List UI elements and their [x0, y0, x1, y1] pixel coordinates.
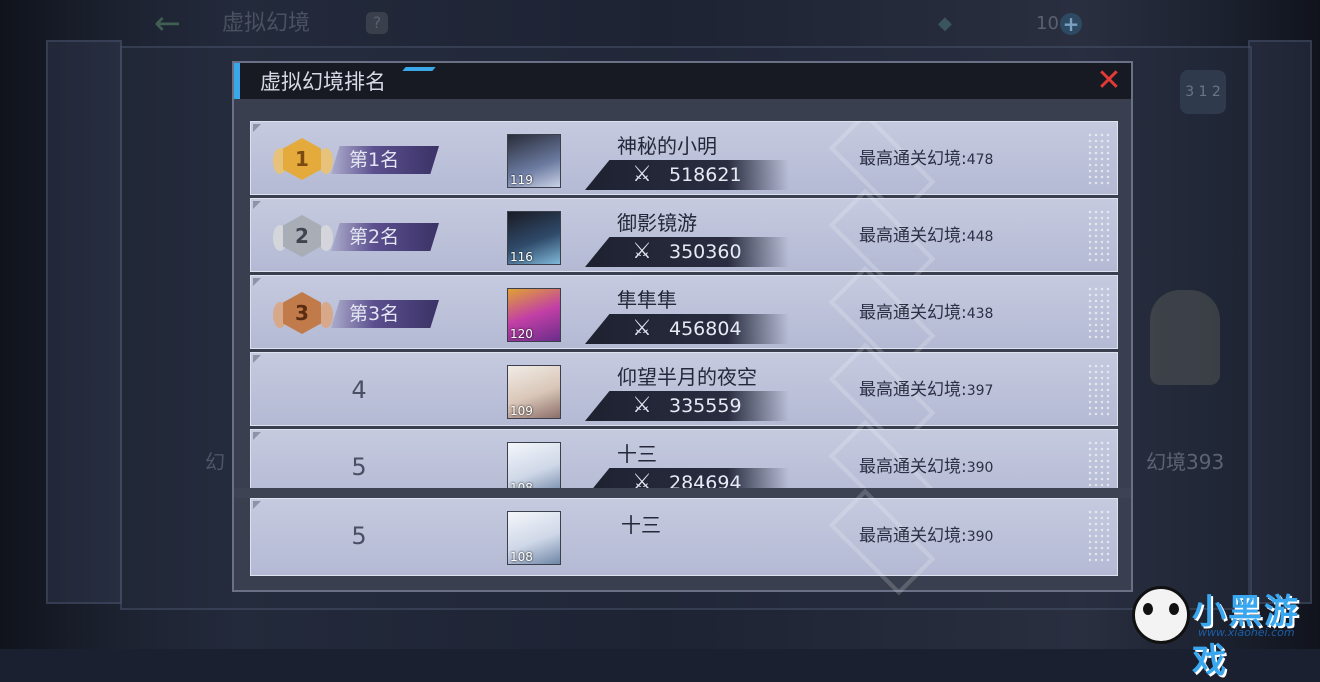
- watermark-url: www.xiaohei.com: [1198, 626, 1295, 639]
- ranking-row-2[interactable]: 2 第2名 116 御影镜游 ⚔ 350360 最高通关幻境:448: [250, 188, 1118, 296]
- row-corner: [253, 278, 261, 286]
- player-name: 神秘的小明: [617, 134, 717, 158]
- ranking-dialog: 虚拟幻境排名 ✕ 1 第1名 119 神秘的小明 ⚔ 518621 最高通关幻境…: [234, 63, 1131, 596]
- stage-label-left: 幻: [205, 450, 225, 474]
- header-accent: [234, 63, 240, 99]
- rank-number: 4: [351, 376, 367, 404]
- row-dots: [1087, 509, 1111, 563]
- best-stage: 最高通关幻境:390: [859, 526, 994, 546]
- site-watermark: 小黑游戏 www.xiaohei.com: [1128, 580, 1318, 681]
- rank-label: 第2名: [349, 226, 400, 248]
- best-stage: 最高通关幻境:448: [859, 226, 994, 246]
- ranking-row-1[interactable]: 1 第1名 119 神秘的小明 ⚔ 518621 最高通关幻境:478: [250, 121, 1118, 219]
- header-accent-stripe: [402, 67, 436, 71]
- player-name: 十三: [617, 442, 657, 466]
- avatar[interactable]: 109: [507, 365, 561, 419]
- crossed-swords-icon: ⚔: [632, 239, 652, 264]
- close-icon[interactable]: ✕: [1095, 66, 1123, 96]
- currency-value: 10: [1036, 13, 1059, 34]
- avatar[interactable]: 108: [507, 511, 561, 565]
- character-figure: [1150, 290, 1220, 385]
- rank-label: 第3名: [349, 303, 400, 325]
- dialog-header: 虚拟幻境排名 ✕: [234, 63, 1131, 99]
- power-value: 335559: [669, 395, 742, 417]
- avatar[interactable]: 116: [507, 211, 561, 265]
- player-level: 116: [510, 250, 533, 264]
- rank-number: 5: [351, 522, 367, 550]
- bronze-medal-icon: 3: [273, 288, 333, 338]
- add-currency-icon[interactable]: +: [1060, 13, 1082, 35]
- crossed-swords-icon: ⚔: [632, 316, 652, 341]
- best-stage: 最高通关幻境:478: [859, 149, 994, 169]
- row-corner: [253, 432, 261, 440]
- ranking-list[interactable]: 1 第1名 119 神秘的小明 ⚔ 518621 最高通关幻境:478 2 第2…: [250, 121, 1118, 548]
- row-corner: [253, 501, 261, 509]
- power-value: 518621: [669, 164, 742, 186]
- crossed-swords-icon: ⚔: [632, 162, 652, 187]
- silver-medal-icon: 2: [273, 211, 333, 261]
- page-title: 虚拟幻境: [222, 11, 311, 36]
- back-arrow-icon[interactable]: ←: [154, 4, 181, 42]
- player-level: 108: [510, 550, 533, 564]
- row-dots: [1087, 209, 1111, 263]
- avatar[interactable]: 120: [507, 288, 561, 342]
- row-dots: [1087, 440, 1111, 494]
- row-dots: [1087, 363, 1111, 417]
- power-value: 456804: [669, 318, 742, 340]
- help-icon[interactable]: ?: [366, 12, 388, 34]
- gold-medal-icon: 1: [273, 134, 333, 184]
- rank-label: 第1名: [349, 149, 400, 171]
- ranking-row-4[interactable]: 4 109 仰望半月的夜空 ⚔ 335559 最高通关幻境:397: [250, 342, 1118, 450]
- row-corner: [253, 124, 261, 132]
- bg-panel-right: [1248, 40, 1312, 604]
- row-dots: [1087, 286, 1111, 340]
- row-dots: [1087, 132, 1111, 186]
- player-level: 120: [510, 327, 533, 341]
- self-row-separator: [234, 488, 1131, 498]
- power-value: 350360: [669, 241, 742, 263]
- my-ranking-content: 5 108 十三 最高通关幻境:390: [251, 488, 1117, 596]
- stage-label-right: 幻境393: [1146, 450, 1225, 474]
- player-name: 御影镜游: [617, 211, 697, 235]
- row-corner: [253, 201, 261, 209]
- player-name: 隼隼隼: [617, 288, 677, 312]
- my-ranking-row: 5 108 十三 最高通关幻境:390: [250, 488, 1118, 596]
- ranking-row-3[interactable]: 3 第3名 120 隼隼隼 ⚔ 456804 最高通关幻境:438: [250, 265, 1118, 373]
- panda-logo-icon: [1132, 586, 1190, 644]
- leaderboard-icon[interactable]: 3 1 2: [1180, 70, 1226, 114]
- bg-panel-left: [46, 40, 122, 604]
- ticket-icon: ◆: [938, 13, 952, 34]
- player-level: 119: [510, 173, 533, 187]
- player-name: 仰望半月的夜空: [617, 365, 757, 389]
- top-bar: ← 虚拟幻境 ? ◆ 10 +: [148, 4, 1148, 44]
- row-corner: [253, 355, 261, 363]
- best-stage: 最高通关幻境:438: [859, 303, 994, 323]
- player-name: 十三: [621, 513, 661, 537]
- player-level: 109: [510, 404, 533, 418]
- best-stage: 最高通关幻境:397: [859, 380, 994, 400]
- avatar[interactable]: 119: [507, 134, 561, 188]
- crossed-swords-icon: ⚔: [632, 393, 652, 418]
- dialog-title: 虚拟幻境排名: [260, 70, 386, 94]
